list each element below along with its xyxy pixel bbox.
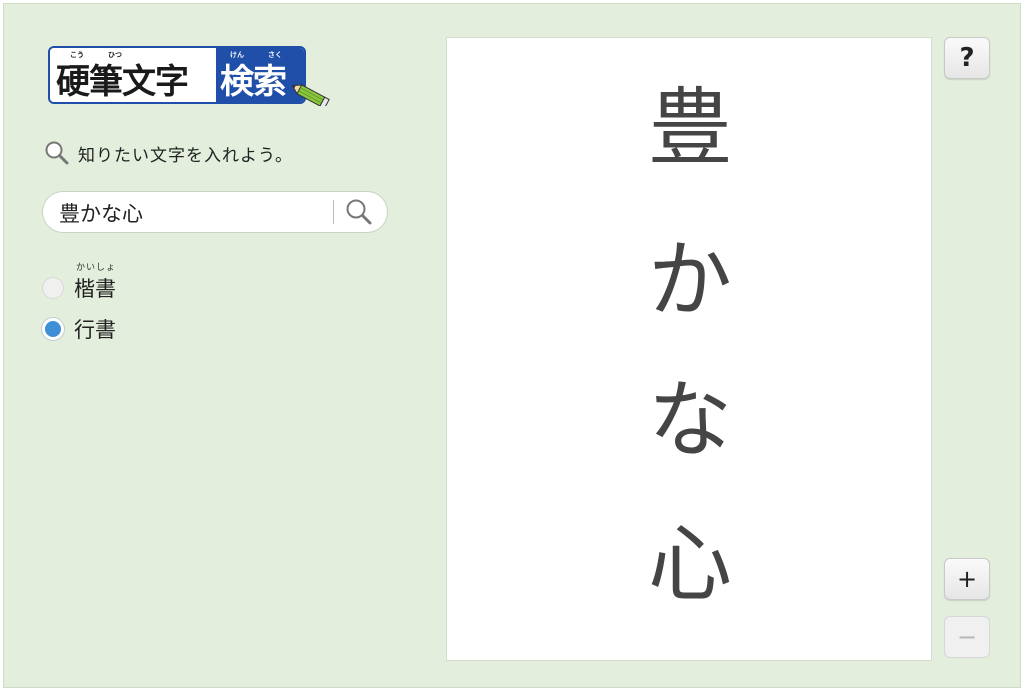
logo-title-left: 硬筆文字	[56, 62, 189, 102]
search-icon	[45, 141, 69, 165]
search-button[interactable]	[341, 196, 377, 228]
radio-option-gyousho[interactable]: 行書	[42, 314, 116, 344]
app-window: こう ひつ 硬筆文字 けん さく 検索 知りたい文字を入れよう。 豊かな心 かい…	[3, 3, 1021, 688]
radio-label-gyousho: 行書	[74, 318, 116, 342]
logo-ruby-hitsu: ひつ	[108, 51, 122, 59]
app-logo: こう ひつ 硬筆文字 けん さく 検索	[48, 44, 330, 106]
search-icon	[346, 199, 372, 225]
result-char-2: か	[647, 231, 732, 329]
result-char-3: な	[647, 371, 732, 469]
radio-ruby-kaisho: かいしょ	[76, 263, 117, 273]
logo-ruby-ken: けん	[230, 51, 244, 59]
zoom-in-button[interactable]: +	[944, 558, 990, 600]
result-char-1: 豊	[647, 79, 732, 177]
search-divider	[333, 200, 334, 224]
logo-title-right: 検索	[220, 62, 287, 102]
logo-box: こう ひつ 硬筆文字 けん さく 検索	[48, 46, 306, 104]
zoom-out-button[interactable]: −	[944, 616, 990, 658]
help-button[interactable]: ?	[944, 37, 990, 79]
radio-label-kaisho-text: 楷書	[74, 277, 116, 301]
instruction-row: 知りたい文字を入れよう。	[44, 140, 293, 166]
search-box	[42, 191, 388, 234]
radio-label-kaisho: かいしょ 楷書	[74, 263, 116, 303]
result-paper: 豊 か な 心	[446, 37, 932, 661]
instruction-text: 知りたい文字を入れよう。	[78, 145, 293, 166]
radio-gyousho[interactable]	[42, 318, 64, 340]
radio-kaisho[interactable]	[42, 277, 64, 299]
search-input[interactable]	[57, 192, 331, 234]
result-char-4: 心	[647, 515, 732, 613]
logo-left-panel: こう ひつ 硬筆文字	[50, 48, 216, 102]
logo-ruby-kou: こう	[70, 51, 84, 59]
logo-ruby-saku: さく	[268, 51, 282, 59]
pencil-icon	[291, 84, 330, 106]
radio-option-kaisho[interactable]: かいしょ 楷書	[42, 263, 116, 303]
